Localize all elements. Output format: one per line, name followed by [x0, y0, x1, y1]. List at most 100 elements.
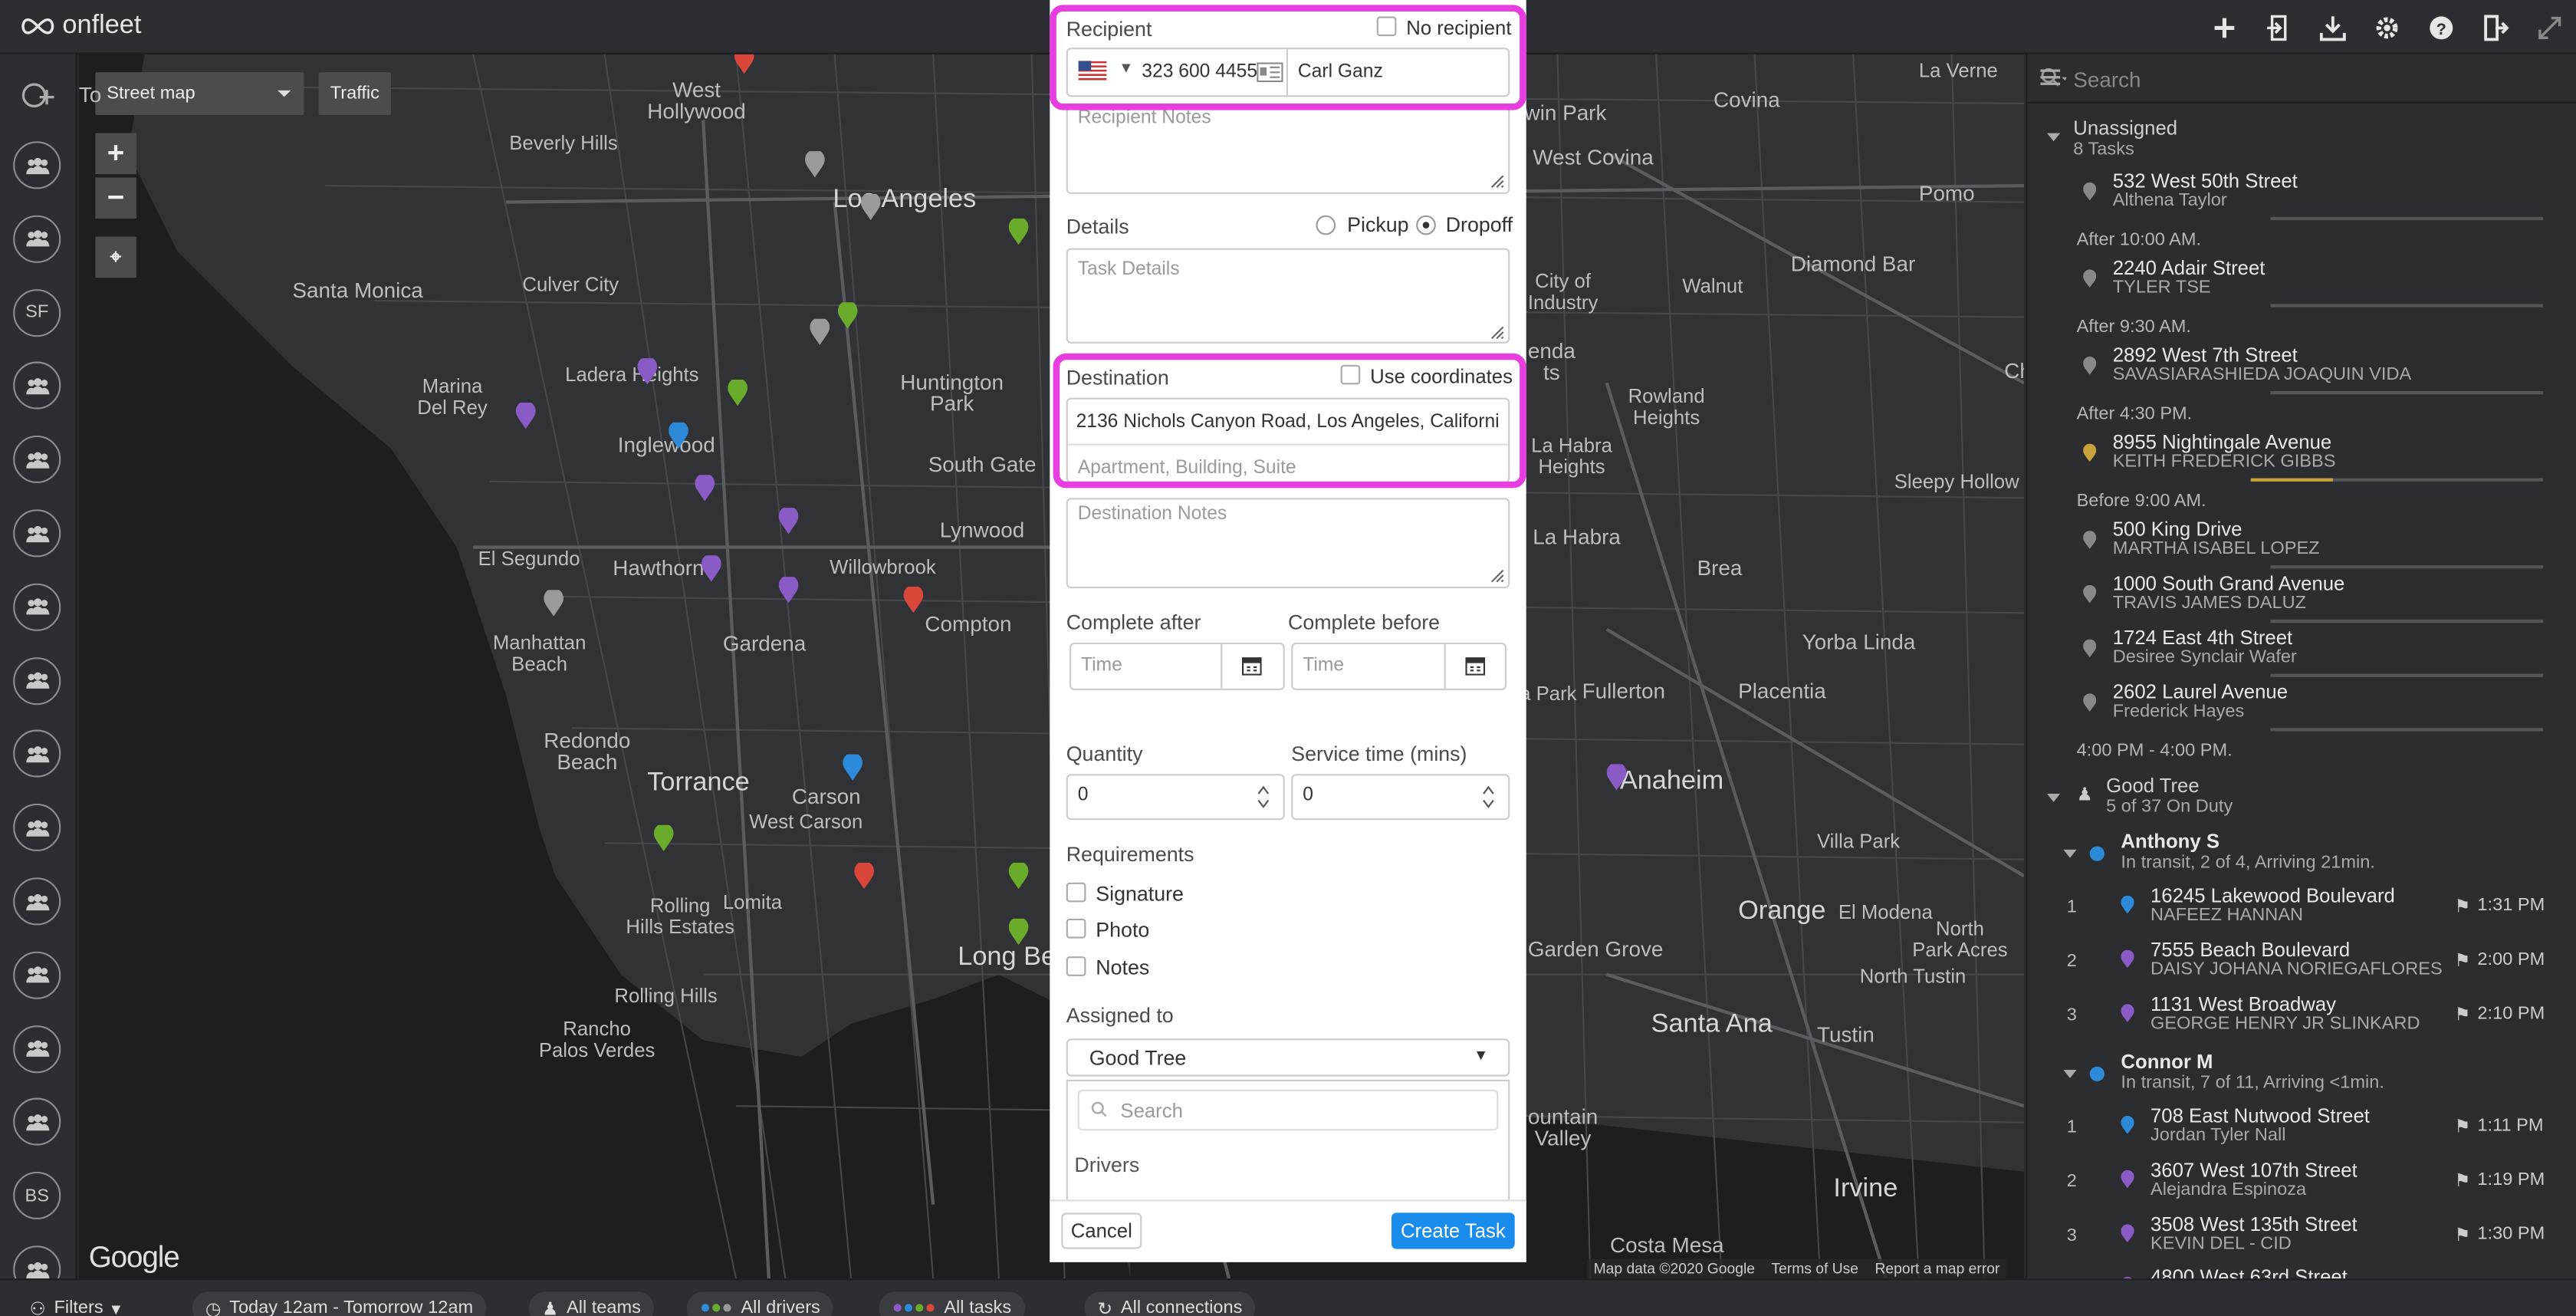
zoom-out-button[interactable]: − — [95, 177, 136, 219]
traffic-button[interactable]: Traffic — [318, 72, 391, 115]
task-address[interactable]: 3607 West 107th Street — [2150, 1158, 2358, 1181]
add-task-button[interactable] — [2196, 0, 2251, 54]
terms-link[interactable]: Terms of Use — [1771, 1261, 1858, 1277]
drivers-filter[interactable]: ●●● All drivers — [686, 1291, 833, 1316]
download-button[interactable] — [2305, 0, 2359, 54]
task-address[interactable]: 1131 West Broadway — [2150, 992, 2336, 1015]
resize-grip-icon[interactable] — [1490, 174, 1505, 189]
task-search[interactable]: Search — [2027, 54, 2576, 104]
map-pin-green[interactable] — [653, 824, 674, 851]
calendar-icon[interactable] — [1242, 656, 1262, 676]
task-address[interactable]: 4800 West 63rd Street — [2150, 1266, 2348, 1278]
map-pin-purple[interactable] — [702, 555, 721, 582]
map-pin-purple[interactable] — [637, 358, 658, 385]
sidebar-team-button[interactable] — [13, 877, 61, 926]
map-pin-gray[interactable] — [805, 151, 825, 178]
zoom-in-button[interactable]: + — [95, 133, 136, 175]
collapse-icon[interactable] — [2047, 794, 2061, 802]
map-type-select[interactable]: Street map — [95, 72, 304, 115]
map-pin-red[interactable] — [903, 587, 924, 614]
map-pin-purple[interactable] — [1606, 764, 1627, 791]
resize-grip-icon[interactable] — [1490, 568, 1505, 583]
date-range-filter[interactable]: ◷ Today 12am - Tomorrow 12am — [192, 1291, 487, 1316]
photo-checkbox[interactable] — [1066, 918, 1086, 939]
map-pin-green[interactable] — [1008, 863, 1029, 890]
sidebar-team-button[interactable] — [13, 215, 61, 263]
map-pin-red[interactable] — [734, 54, 754, 74]
dropoff-radio[interactable] — [1416, 215, 1436, 235]
task-address[interactable]: 708 East Nutwood Street — [2150, 1104, 2370, 1127]
driver-name[interactable]: Connor M — [2121, 1050, 2213, 1073]
sidebar-team-button[interactable] — [13, 1098, 61, 1147]
sidebar-team-button[interactable] — [13, 951, 61, 999]
sidebar-team-button[interactable] — [13, 1025, 61, 1073]
signature-checkbox[interactable] — [1066, 882, 1086, 903]
task-address[interactable]: 500 King Drive — [2113, 518, 2242, 541]
stepper-arrows-icon[interactable] — [1482, 785, 1495, 808]
sidebar-team-button[interactable] — [13, 436, 61, 484]
sidebar-team-button[interactable] — [13, 583, 61, 631]
map-pin-purple[interactable] — [778, 508, 799, 535]
cancel-button[interactable]: Cancel — [1061, 1212, 1142, 1249]
task-address[interactable]: 2602 Laurel Avenue — [2113, 680, 2288, 703]
tasks-filter[interactable]: ●●●● All tasks — [879, 1291, 1025, 1316]
logout-button[interactable] — [2468, 0, 2522, 54]
map-pin-purple[interactable] — [515, 403, 536, 429]
map-pin-blue[interactable] — [669, 422, 688, 449]
import-button[interactable] — [2251, 0, 2305, 54]
map-pin-green[interactable] — [728, 379, 748, 406]
map-pin-green[interactable] — [1008, 219, 1029, 245]
app-logo[interactable]: onfleet — [20, 12, 142, 41]
map-pin-green[interactable] — [837, 302, 858, 329]
task-address[interactable]: 2892 West 7th Street — [2113, 344, 2298, 367]
quantity-stepper[interactable] — [1066, 774, 1285, 821]
collapse-icon[interactable] — [2063, 849, 2077, 858]
map-pin-gray[interactable] — [544, 590, 564, 617]
sidebar-team-button[interactable] — [13, 730, 61, 778]
calendar-icon[interactable] — [1465, 656, 1486, 676]
teams-filter[interactable]: ♟ All teams — [529, 1291, 655, 1316]
resize-grip-icon[interactable] — [1490, 325, 1505, 340]
collapse-icon[interactable] — [2047, 133, 2061, 142]
map-pin-purple[interactable] — [695, 475, 715, 502]
task-address[interactable]: 7555 Beach Boulevard — [2150, 938, 2350, 961]
sidebar-team-sf[interactable]: SF — [13, 288, 61, 337]
pickup-radio[interactable] — [1316, 215, 1336, 235]
task-address[interactable]: 2240 Adair Street — [2113, 256, 2266, 279]
sidebar-team-bs[interactable]: BS — [13, 1172, 61, 1220]
team-name[interactable]: Good Tree — [2106, 774, 2200, 797]
task-address[interactable]: 1000 South Grand Avenue — [2113, 572, 2345, 595]
collapse-icon[interactable] — [2063, 1070, 2077, 1078]
list-menu-icon[interactable] — [2040, 69, 2067, 89]
unassigned-title[interactable]: Unassigned — [2073, 117, 2177, 140]
create-task-button[interactable]: Create Task — [1392, 1212, 1515, 1249]
task-address[interactable]: 1724 East 4th Street — [2113, 626, 2292, 649]
map-pin-green[interactable] — [1008, 918, 1029, 946]
report-link[interactable]: Report a map error — [1875, 1261, 1999, 1277]
task-address[interactable]: 16245 Lakewood Boulevard — [2150, 884, 2395, 907]
sidebar-team-button[interactable] — [13, 509, 61, 558]
map-pin-blue[interactable] — [843, 754, 863, 781]
connections-filter[interactable]: ↻ All connections — [1084, 1291, 1256, 1316]
service-time-stepper[interactable] — [1291, 774, 1510, 821]
stepper-arrows-icon[interactable] — [1257, 785, 1270, 808]
sidebar-team-button[interactable] — [13, 362, 61, 410]
map-pin-red[interactable] — [854, 863, 874, 890]
driver-name[interactable]: Anthony S — [2121, 830, 2220, 853]
sidebar-team-button[interactable] — [13, 141, 61, 189]
notes-checkbox[interactable] — [1066, 956, 1086, 976]
locate-button[interactable]: ⌖ — [95, 236, 136, 278]
settings-button[interactable] — [2359, 0, 2413, 54]
expand-button[interactable] — [2522, 0, 2576, 54]
map-pin-purple[interactable] — [778, 577, 799, 604]
filters-button[interactable]: ⚇ Filters ▾ — [16, 1291, 133, 1316]
sidebar-team-button[interactable] — [13, 804, 61, 852]
map-pin-gray[interactable] — [810, 318, 830, 345]
task-address[interactable]: 3508 West 135th Street — [2150, 1212, 2358, 1235]
help-button[interactable]: ? — [2413, 0, 2468, 54]
sidebar-add-team[interactable] — [13, 71, 61, 118]
task-address[interactable]: 8955 Nightingale Avenue — [2113, 430, 2332, 453]
task-address[interactable]: 532 West 50th Street — [2113, 169, 2298, 192]
sidebar-team-button[interactable] — [13, 656, 61, 705]
map-pin-gray[interactable] — [860, 193, 881, 221]
